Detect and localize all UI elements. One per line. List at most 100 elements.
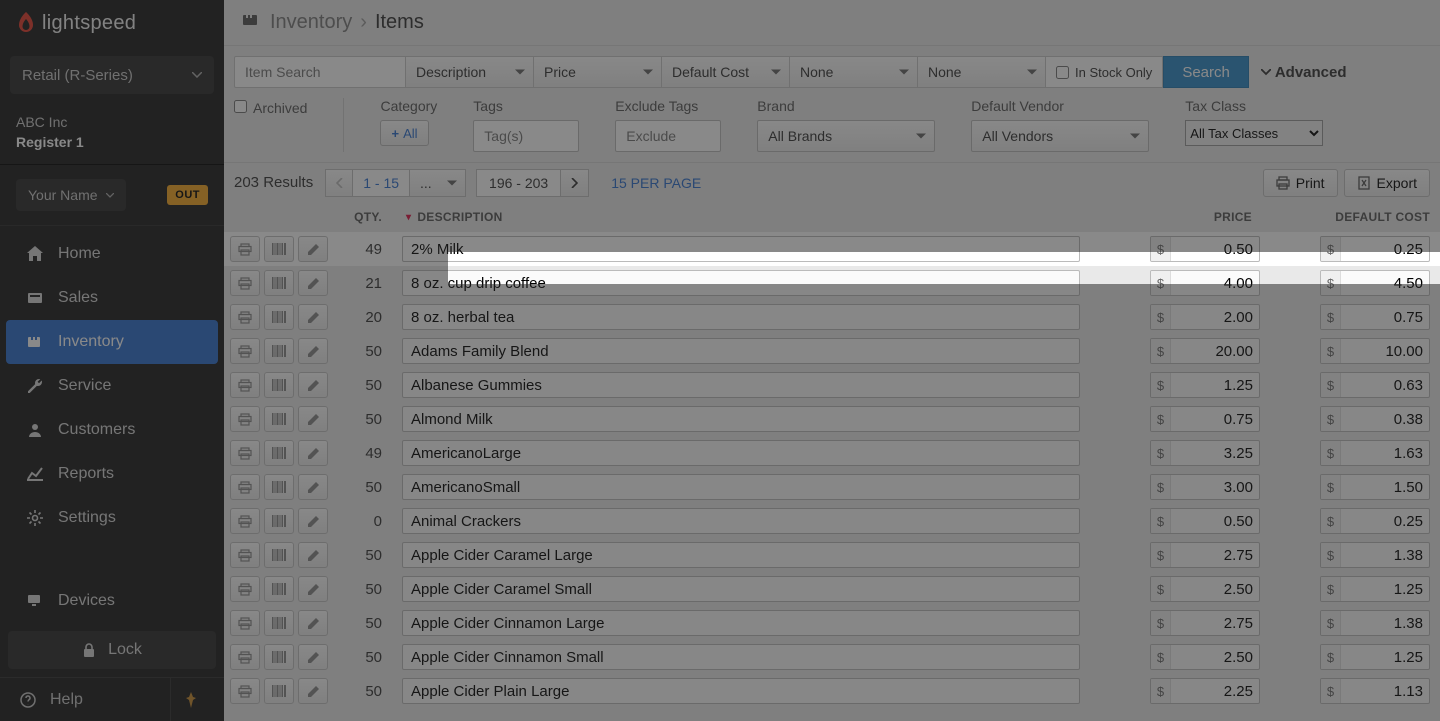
cost-value[interactable]: [1341, 615, 1429, 632]
exclude-tags-input[interactable]: [615, 120, 721, 152]
item-cost-input[interactable]: $: [1320, 678, 1430, 704]
item-price-input[interactable]: $: [1150, 474, 1260, 500]
nav-sales[interactable]: Sales: [6, 276, 218, 320]
item-description-input[interactable]: [402, 236, 1080, 262]
row-edit-button[interactable]: [298, 270, 328, 296]
item-cost-input[interactable]: $: [1320, 508, 1430, 534]
category-all-button[interactable]: +All: [380, 120, 428, 146]
row-barcode-button[interactable]: [264, 236, 294, 262]
row-print-button[interactable]: [230, 406, 260, 432]
help-row[interactable]: Help: [0, 677, 224, 721]
row-barcode-button[interactable]: [264, 372, 294, 398]
row-edit-button[interactable]: [298, 236, 328, 262]
row-barcode-button[interactable]: [264, 338, 294, 364]
page-last-range[interactable]: 196 - 203: [476, 169, 561, 197]
item-price-input[interactable]: $: [1150, 576, 1260, 602]
item-description-input[interactable]: [402, 406, 1080, 432]
row-barcode-button[interactable]: [264, 406, 294, 432]
item-price-input[interactable]: $: [1150, 236, 1260, 262]
price-value[interactable]: [1171, 649, 1259, 666]
item-description-input[interactable]: [402, 338, 1080, 364]
price-value[interactable]: [1171, 683, 1259, 700]
item-price-input[interactable]: $: [1150, 372, 1260, 398]
cost-value[interactable]: [1341, 581, 1429, 598]
export-button[interactable]: Export: [1344, 169, 1430, 197]
row-edit-button[interactable]: [298, 542, 328, 568]
item-description-input[interactable]: [402, 644, 1080, 670]
price-value[interactable]: [1171, 513, 1259, 530]
breadcrumb-parent[interactable]: Inventory: [270, 11, 352, 34]
row-barcode-button[interactable]: [264, 474, 294, 500]
col-description[interactable]: ▾ DESCRIPTION: [392, 210, 1090, 224]
row-edit-button[interactable]: [298, 610, 328, 636]
item-cost-input[interactable]: $: [1320, 474, 1430, 500]
item-cost-input[interactable]: $: [1320, 576, 1430, 602]
cost-value[interactable]: [1341, 275, 1429, 292]
price-value[interactable]: [1171, 581, 1259, 598]
row-print-button[interactable]: [230, 576, 260, 602]
price-filter[interactable]: Price: [534, 56, 662, 88]
instock-checkbox-input[interactable]: [1056, 66, 1069, 79]
page-prev[interactable]: [325, 169, 353, 197]
row-print-button[interactable]: [230, 610, 260, 636]
none-filter-2[interactable]: None: [918, 56, 1046, 88]
cost-value[interactable]: [1341, 343, 1429, 360]
pin-icon[interactable]: [170, 678, 210, 721]
item-price-input[interactable]: $: [1150, 644, 1260, 670]
item-price-input[interactable]: $: [1150, 338, 1260, 364]
row-edit-button[interactable]: [298, 372, 328, 398]
price-value[interactable]: [1171, 241, 1259, 258]
price-value[interactable]: [1171, 479, 1259, 496]
price-value[interactable]: [1171, 275, 1259, 292]
item-cost-input[interactable]: $: [1320, 270, 1430, 296]
item-description-input[interactable]: [402, 440, 1080, 466]
price-value[interactable]: [1171, 445, 1259, 462]
row-print-button[interactable]: [230, 474, 260, 500]
description-filter[interactable]: Description: [406, 56, 534, 88]
cost-value[interactable]: [1341, 547, 1429, 564]
lock-button[interactable]: Lock: [8, 631, 216, 669]
row-print-button[interactable]: [230, 338, 260, 364]
tags-input[interactable]: [473, 120, 579, 152]
item-price-input[interactable]: $: [1150, 678, 1260, 704]
nav-reports[interactable]: Reports: [6, 452, 218, 496]
item-cost-input[interactable]: $: [1320, 372, 1430, 398]
row-barcode-button[interactable]: [264, 678, 294, 704]
cost-value[interactable]: [1341, 479, 1429, 496]
item-cost-input[interactable]: $: [1320, 338, 1430, 364]
row-print-button[interactable]: [230, 678, 260, 704]
archived-input[interactable]: [234, 100, 247, 113]
row-barcode-button[interactable]: [264, 304, 294, 330]
item-description-input[interactable]: [402, 270, 1080, 296]
cost-value[interactable]: [1341, 513, 1429, 530]
item-description-input[interactable]: [402, 678, 1080, 704]
row-barcode-button[interactable]: [264, 644, 294, 670]
row-barcode-button[interactable]: [264, 270, 294, 296]
row-edit-button[interactable]: [298, 304, 328, 330]
defaultcost-filter[interactable]: Default Cost: [662, 56, 790, 88]
cost-value[interactable]: [1341, 649, 1429, 666]
instock-checkbox[interactable]: In Stock Only: [1046, 56, 1163, 88]
nav-devices[interactable]: Devices: [6, 579, 218, 623]
archived-checkbox[interactable]: Archived: [234, 98, 307, 152]
price-value[interactable]: [1171, 411, 1259, 428]
price-value[interactable]: [1171, 377, 1259, 394]
tax-select[interactable]: All Tax Classes: [1185, 120, 1323, 146]
col-qty[interactable]: QTY.: [334, 210, 392, 224]
page-current[interactable]: 1 - 15: [353, 169, 410, 197]
row-barcode-button[interactable]: [264, 576, 294, 602]
row-edit-button[interactable]: [298, 508, 328, 534]
row-edit-button[interactable]: [298, 338, 328, 364]
col-defaultcost[interactable]: DEFAULT COST: [1260, 210, 1430, 224]
user-menu[interactable]: Your Name: [16, 179, 126, 211]
item-cost-input[interactable]: $: [1320, 236, 1430, 262]
cost-value[interactable]: [1341, 683, 1429, 700]
nav-service[interactable]: Service: [6, 364, 218, 408]
cost-value[interactable]: [1341, 241, 1429, 258]
out-badge[interactable]: OUT: [167, 185, 208, 205]
row-barcode-button[interactable]: [264, 610, 294, 636]
per-page-link[interactable]: 15 PER PAGE: [611, 175, 701, 191]
search-button[interactable]: Search: [1163, 56, 1249, 88]
row-edit-button[interactable]: [298, 440, 328, 466]
item-description-input[interactable]: [402, 372, 1080, 398]
